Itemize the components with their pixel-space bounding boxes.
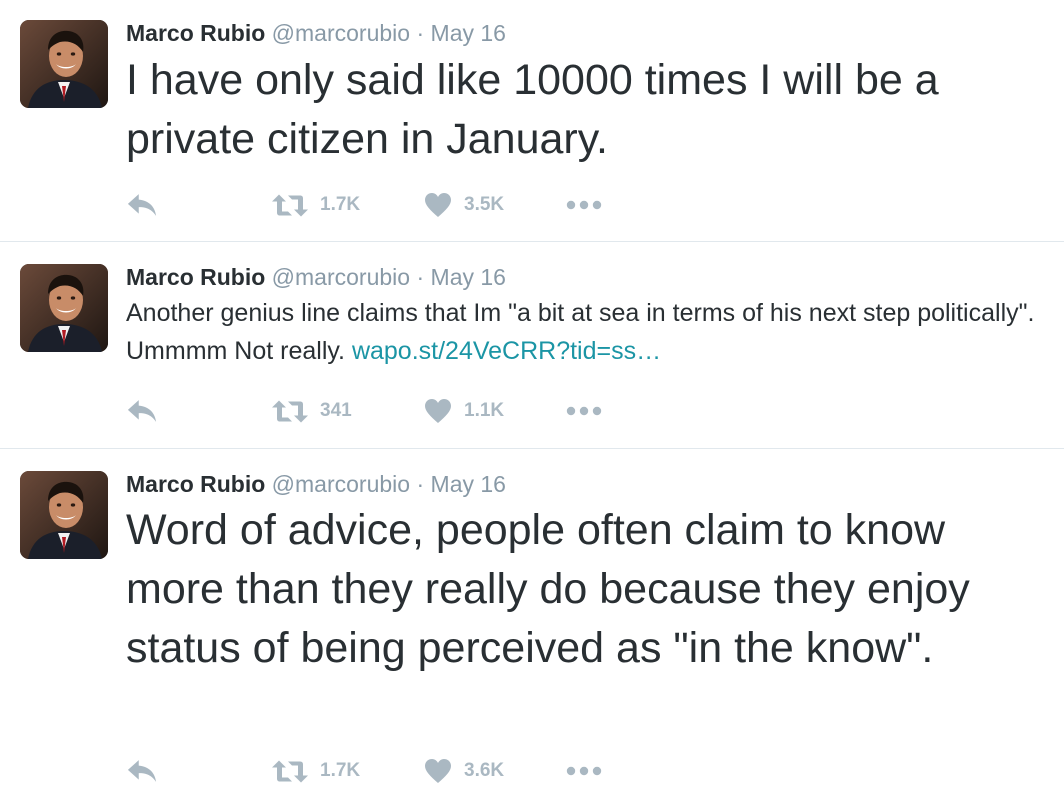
author-name[interactable]: Marco Rubio <box>126 471 265 497</box>
retweet-count: 1.7K <box>320 194 361 215</box>
tweet-date[interactable]: May 16 <box>431 20 506 46</box>
heart-icon <box>424 398 452 424</box>
like-count: 3.5K <box>464 194 505 215</box>
tweet[interactable]: Marco Rubio @marcorubio · May 16 Word of… <box>0 449 1064 806</box>
tweet-date[interactable]: May 16 <box>431 264 506 290</box>
more-dots-icon <box>566 766 602 776</box>
avatar[interactable] <box>20 264 108 352</box>
tweet-text-body: I have only said like 10000 times I will… <box>126 56 939 163</box>
retweet-button[interactable]: 341 <box>272 396 352 426</box>
more-button[interactable] <box>566 190 602 220</box>
retweet-icon <box>272 759 308 784</box>
reply-icon <box>126 758 158 784</box>
tweet-header: Marco Rubio @marcorubio · May 16 <box>126 470 506 498</box>
avatar[interactable] <box>20 20 108 108</box>
author-name[interactable]: Marco Rubio <box>126 20 265 46</box>
tweet[interactable]: Marco Rubio @marcorubio · May 16 I have … <box>0 0 1064 241</box>
author-handle[interactable]: @marcorubio <box>272 471 410 497</box>
retweet-count: 341 <box>320 400 352 421</box>
like-button[interactable]: 3.5K <box>424 190 504 220</box>
author-name[interactable]: Marco Rubio <box>126 264 265 290</box>
reply-button[interactable] <box>126 396 158 426</box>
more-button[interactable] <box>566 756 602 786</box>
retweet-button[interactable]: 1.7K <box>272 756 360 786</box>
heart-icon <box>424 192 452 218</box>
like-count: 3.6K <box>464 760 505 781</box>
tweet-header: Marco Rubio @marcorubio · May 16 <box>126 19 506 47</box>
more-dots-icon <box>566 406 602 416</box>
more-dots-icon <box>566 200 602 210</box>
author-handle[interactable]: @marcorubio <box>272 264 410 290</box>
tweet-text: I have only said like 10000 times I will… <box>126 51 1044 169</box>
like-button[interactable]: 1.1K <box>424 396 504 426</box>
reply-button[interactable] <box>126 756 158 786</box>
reply-icon <box>126 192 158 218</box>
reply-button[interactable] <box>126 190 158 220</box>
tweet[interactable]: Marco Rubio @marcorubio · May 16 Another… <box>0 242 1064 448</box>
tweet-header: Marco Rubio @marcorubio · May 16 <box>126 263 506 291</box>
like-count: 1.1K <box>464 400 505 421</box>
separator: · <box>416 264 425 290</box>
retweet-icon <box>272 399 308 424</box>
reply-icon <box>126 398 158 424</box>
tweet-text-body: Word of advice, people often claim to kn… <box>126 506 970 672</box>
separator: · <box>416 20 425 46</box>
tweet-text: Word of advice, people often claim to kn… <box>126 501 1044 678</box>
more-button[interactable] <box>566 396 602 426</box>
retweet-count: 1.7K <box>320 760 361 781</box>
heart-icon <box>424 758 452 784</box>
avatar[interactable] <box>20 471 108 559</box>
retweet-button[interactable]: 1.7K <box>272 190 360 220</box>
retweet-icon <box>272 193 308 218</box>
tweet-link[interactable]: wapo.st/24VeCRR?tid=ss… <box>352 337 661 365</box>
tweet-date[interactable]: May 16 <box>431 471 506 497</box>
tweet-text: Another genius line claims that Im "a bi… <box>126 294 1044 370</box>
separator: · <box>416 471 425 497</box>
like-button[interactable]: 3.6K <box>424 756 504 786</box>
author-handle[interactable]: @marcorubio <box>272 20 410 46</box>
